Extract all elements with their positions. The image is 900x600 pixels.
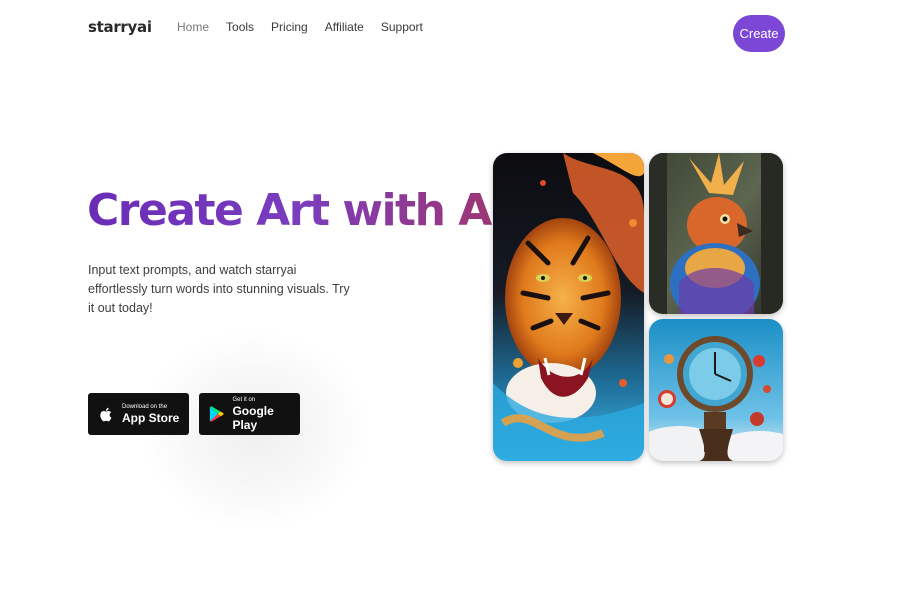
app-store-text: Download on the App Store xyxy=(122,404,179,425)
google-play-small-label: Get it on xyxy=(232,396,256,403)
app-store-button[interactable]: Download on the App Store xyxy=(88,393,189,435)
app-store-small-label: Download on the xyxy=(122,403,168,410)
tiger-artwork-image xyxy=(493,153,644,461)
google-play-icon xyxy=(207,403,226,425)
nav-link-affiliate[interactable]: Affiliate xyxy=(325,20,364,34)
create-button[interactable]: Create xyxy=(733,15,785,52)
google-play-big-label: Google Play xyxy=(232,403,274,432)
top-navigation: starryai Home Tools Pricing Affiliate Su… xyxy=(0,0,900,60)
app-store-big-label: App Store xyxy=(122,410,180,425)
bird-artwork-image xyxy=(649,153,783,314)
hero-subtitle: Input text prompts, and watch starryai e… xyxy=(88,263,350,315)
clock-artwork-image xyxy=(649,319,783,461)
nav-links: Home Tools Pricing Affiliate Support xyxy=(177,20,440,34)
hero-title: Create Art with AI xyxy=(87,185,507,236)
nav-link-pricing[interactable]: Pricing xyxy=(271,20,308,34)
starryai-logo[interactable]: starryai xyxy=(88,18,152,36)
apple-icon xyxy=(96,403,116,425)
nav-link-tools[interactable]: Tools xyxy=(226,20,254,34)
google-play-text: Get it on Google Play xyxy=(232,397,300,432)
google-play-button[interactable]: Get it on Google Play xyxy=(199,393,300,435)
nav-link-home[interactable]: Home xyxy=(177,20,209,34)
nav-link-support[interactable]: Support xyxy=(381,20,423,34)
